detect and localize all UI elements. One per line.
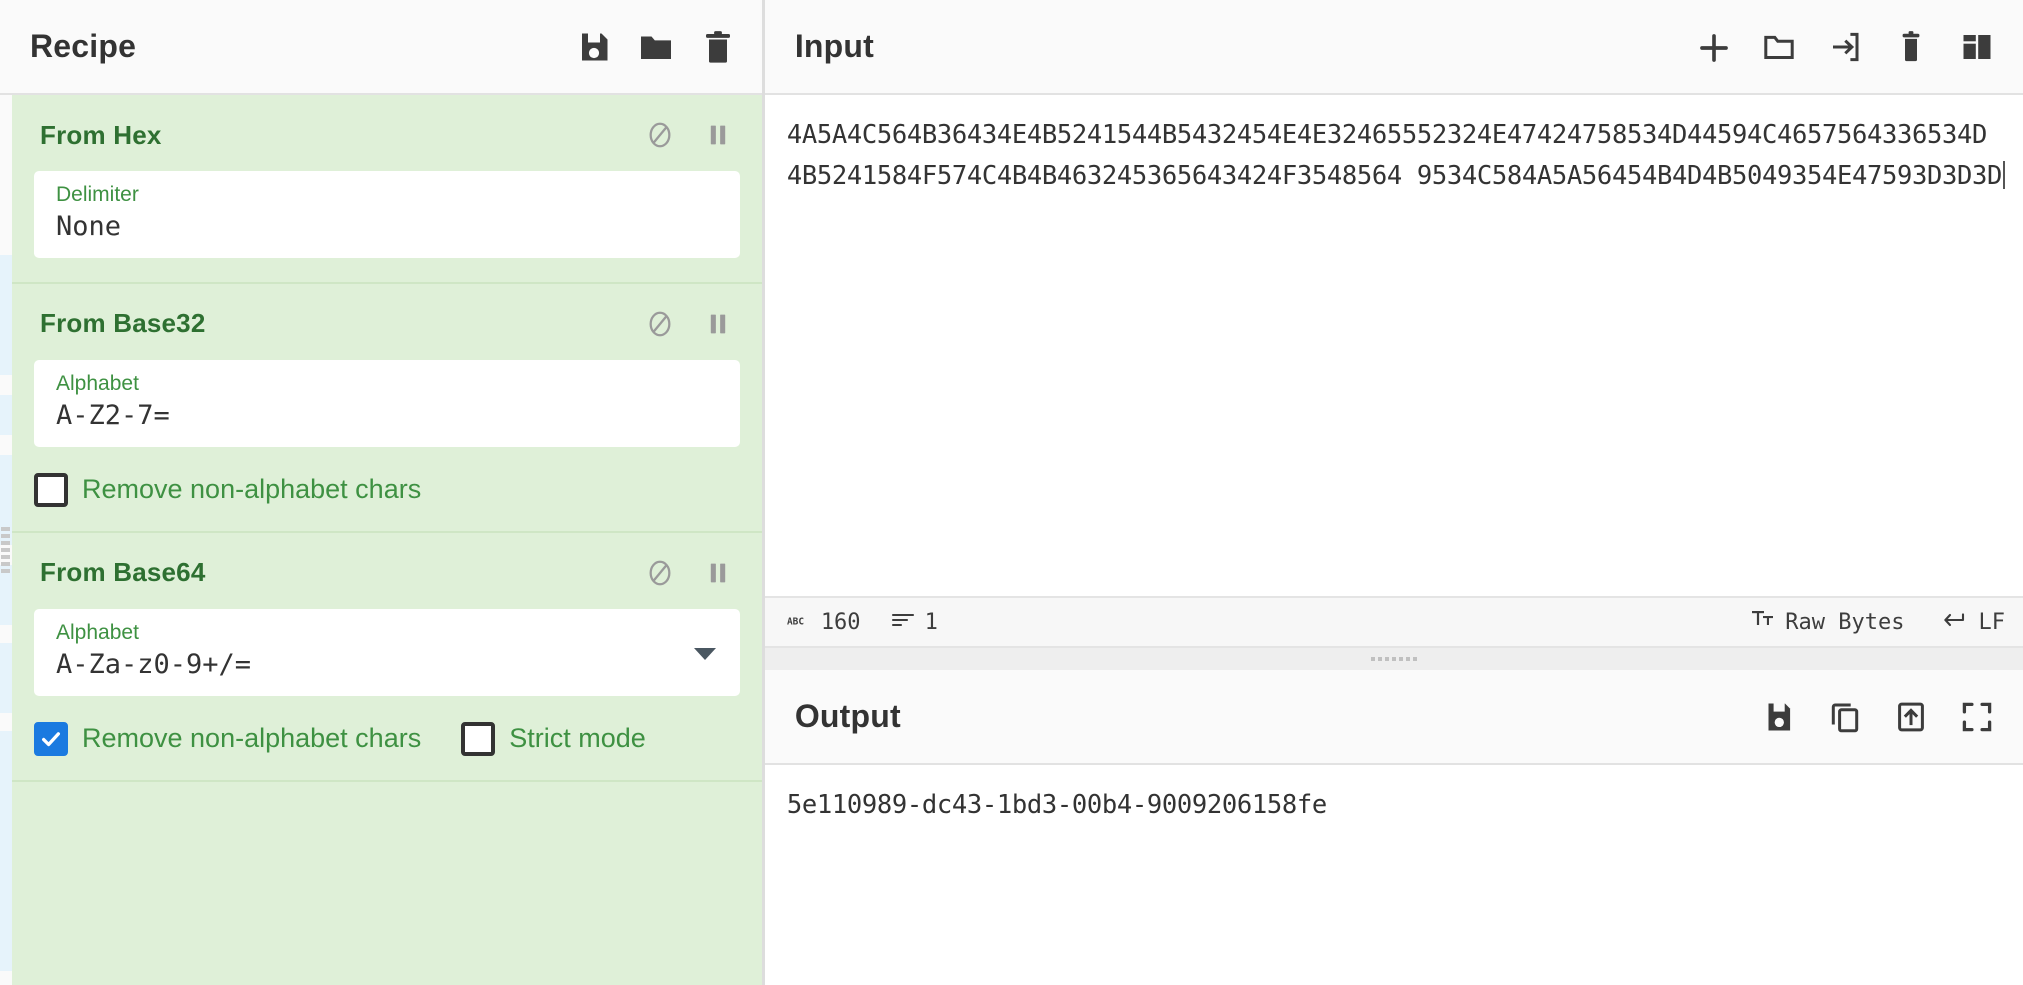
input-status-bar: ABC 160 1 Raw Bytes LF: [764, 596, 2023, 648]
input-lines-value: 1: [924, 609, 938, 635]
input-line-with-caret: 4B5241584F574C4B4B463245365643424F354856…: [787, 156, 2005, 197]
argument-alphabet-select[interactable]: Alphabet A-Za-z0-9+/=: [34, 608, 740, 696]
checkbox-box[interactable]: [34, 472, 68, 507]
clear-input-icon[interactable]: [1893, 29, 1929, 65]
checkbox-remove-non-alphabet-chars[interactable]: Remove non-alphabet chars: [34, 721, 422, 756]
checkbox-box[interactable]: [34, 721, 68, 756]
input-length-group: ABC 160: [787, 610, 861, 635]
argument-value[interactable]: A-Z2-7=: [56, 399, 720, 433]
input-header: Input: [764, 0, 2023, 95]
input-section: Input 4A5A4C564B36434E4B5241544B5432454E…: [764, 0, 2023, 648]
checkbox-box[interactable]: [461, 721, 496, 756]
disable-operation-icon[interactable]: [644, 308, 676, 340]
checkbox-label: Strict mode: [509, 723, 646, 754]
recipe-operation-list: From Hex Delimiter None From Base32 Alph…: [0, 95, 762, 985]
argument-value[interactable]: None: [56, 210, 720, 244]
argument-label: Alphabet: [56, 371, 139, 395]
operation-from-base64[interactable]: From Base64 Alphabet A-Za-z0-9+/= Remove…: [12, 532, 762, 782]
maximise-output-icon[interactable]: [1959, 699, 1995, 735]
io-pane: Input 4A5A4C564B36434E4B5241544B5432454E…: [764, 0, 2023, 985]
chevron-down-icon[interactable]: [693, 648, 716, 661]
output-text: 5e110989-dc43-1bd3-00b4-9009206158fe: [786, 790, 1327, 820]
add-input-tab-icon[interactable]: [1695, 29, 1731, 65]
input-length-value: 160: [820, 609, 861, 635]
recipe-title: Recipe: [30, 28, 137, 64]
bake-to-input-icon[interactable]: [1893, 699, 1929, 735]
operation-from-base32[interactable]: From Base32 Alphabet A-Z2-7= Remove non-…: [12, 283, 762, 533]
io-splitter[interactable]: [764, 648, 2023, 670]
checkbox-label: Remove non-alphabet chars: [82, 723, 422, 754]
operation-checkbox-row: Remove non-alphabet chars: [12, 447, 762, 507]
argument-label: Alphabet: [56, 620, 139, 644]
operation-from-hex[interactable]: From Hex Delimiter None: [12, 95, 762, 284]
operation-checkbox-row: Remove non-alphabet chars Strict mode: [12, 696, 762, 756]
text-cursor: [2003, 161, 2005, 189]
input-line: 4A5A4C564B36434E4B5241544B5432454E4E3246…: [786, 120, 1988, 150]
checkbox-remove-non-alphabet-chars[interactable]: Remove non-alphabet chars: [34, 472, 422, 507]
operation-title: From Base32: [40, 308, 206, 339]
argument-alphabet[interactable]: Alphabet A-Z2-7=: [34, 359, 740, 447]
argument-delimiter[interactable]: Delimiter None: [34, 171, 740, 258]
cyberchef-app: Recipe From Hex Delimiter None From Base…: [0, 0, 2023, 985]
abc-icon: ABC: [787, 610, 811, 635]
save-output-icon[interactable]: [1761, 699, 1797, 735]
operation-gutter: [0, 95, 12, 985]
operation-controls: [644, 119, 734, 151]
argument-label: Delimiter: [56, 183, 139, 206]
input-eol-value: LF: [1978, 609, 2006, 635]
disable-operation-icon[interactable]: [644, 119, 676, 151]
input-eol-group[interactable]: LF: [1943, 609, 2006, 635]
open-file-icon[interactable]: [1827, 29, 1863, 65]
input-lines-group: 1: [891, 610, 938, 635]
operation-controls: [644, 308, 734, 340]
input-encoding-value: Raw Bytes: [1785, 609, 1905, 635]
copy-output-icon[interactable]: [1827, 699, 1863, 735]
disable-operation-icon[interactable]: [644, 557, 676, 589]
operation-header: From Base64: [12, 533, 762, 597]
character-encoding-icon: [1751, 609, 1775, 635]
input-textarea[interactable]: 4A5A4C564B36434E4B5241544B5432454E4E3246…: [764, 95, 2023, 596]
output-header: Output: [764, 670, 2023, 765]
argument-value[interactable]: A-Za-z0-9+/=: [56, 648, 720, 682]
operation-header: From Base32: [12, 284, 762, 348]
svg-text:ABC: ABC: [787, 616, 804, 627]
recipe-scrollbar[interactable]: [759, 190, 762, 985]
open-folder-icon[interactable]: [1761, 29, 1797, 65]
input-status-right: Raw Bytes LF: [1751, 609, 2005, 635]
splitter-grip: [1370, 657, 1417, 661]
breakpoint-pause-icon[interactable]: [702, 557, 734, 589]
input-line-text: 4B5241584F574C4B4B463245365643424F354856…: [786, 161, 2003, 191]
recipe-toolbar: [576, 29, 736, 65]
load-recipe-icon[interactable]: [638, 29, 674, 65]
operation-title: From Base64: [40, 557, 206, 588]
breakpoint-pause-icon[interactable]: [702, 308, 734, 340]
output-section: Output 5e110989-dc43-1bd3-00b4-900920615…: [764, 670, 2023, 985]
input-toolbar: [1695, 29, 1995, 65]
line-ending-icon: [1943, 610, 1969, 635]
checkbox-strict-mode[interactable]: Strict mode: [461, 721, 646, 756]
operation-controls: [644, 557, 734, 589]
breakpoint-pause-icon[interactable]: [702, 119, 734, 151]
recipe-header: Recipe: [0, 0, 762, 95]
recipe-pane: Recipe From Hex Delimiter None From Base…: [0, 0, 765, 985]
input-title: Input: [794, 28, 874, 64]
operation-drag-handle[interactable]: [1, 527, 10, 573]
clear-recipe-icon[interactable]: [700, 29, 736, 65]
output-textarea[interactable]: 5e110989-dc43-1bd3-00b4-9009206158fe: [764, 765, 2023, 985]
operation-header: From Hex: [12, 95, 762, 159]
save-recipe-icon[interactable]: [576, 29, 612, 65]
checkbox-label: Remove non-alphabet chars: [82, 474, 422, 505]
reset-pane-layout-icon[interactable]: [1959, 29, 1995, 65]
operations-container: From Hex Delimiter None From Base32 Alph…: [12, 95, 762, 985]
output-title: Output: [794, 698, 901, 734]
input-encoding-group[interactable]: Raw Bytes: [1751, 609, 1905, 635]
output-toolbar: [1761, 699, 1995, 735]
operation-title: From Hex: [40, 119, 162, 150]
lines-icon: [891, 610, 915, 635]
